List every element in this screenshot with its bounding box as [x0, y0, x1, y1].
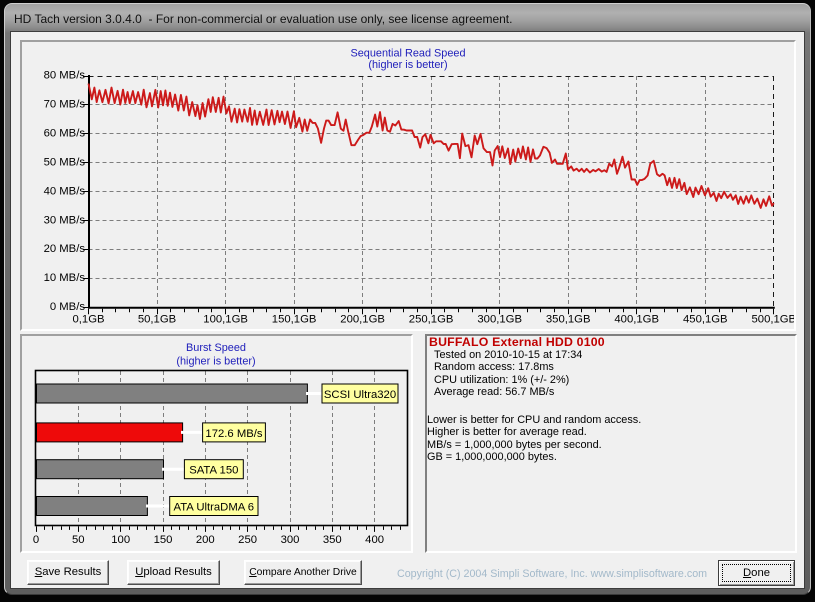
svg-text:SATA 150: SATA 150	[189, 465, 238, 477]
svg-text:300: 300	[281, 534, 300, 546]
svg-text:200: 200	[196, 534, 215, 546]
svg-text:350,1GB: 350,1GB	[546, 314, 591, 326]
svg-text:400,1GB: 400,1GB	[614, 314, 659, 326]
svg-text:80 MB/s: 80 MB/s	[44, 70, 86, 82]
svg-text:(higher is better): (higher is better)	[368, 59, 447, 71]
svg-text:250,1GB: 250,1GB	[409, 314, 454, 326]
svg-text:400: 400	[365, 534, 384, 546]
svg-text:150: 150	[154, 534, 173, 546]
svg-text:Burst Speed: Burst Speed	[186, 342, 246, 354]
svg-text:0: 0	[33, 534, 39, 546]
svg-text:(higher is better): (higher is better)	[176, 356, 255, 368]
svg-text:10 MB/s: 10 MB/s	[44, 272, 86, 284]
svg-text:200,1GB: 200,1GB	[340, 314, 385, 326]
svg-text:150,1GB: 150,1GB	[272, 314, 317, 326]
svg-text:0 MB/s: 0 MB/s	[50, 301, 86, 313]
svg-text:ATA UltraDMA 6: ATA UltraDMA 6	[174, 502, 255, 514]
svg-text:50: 50	[72, 534, 85, 546]
svg-text:172.6 MB/s: 172.6 MB/s	[205, 428, 262, 440]
svg-text:250: 250	[238, 534, 257, 546]
svg-text:Sequential Read Speed: Sequential Read Speed	[350, 48, 465, 60]
svg-text:300,1GB: 300,1GB	[477, 314, 522, 326]
svg-text:100,1GB: 100,1GB	[203, 314, 248, 326]
svg-text:50 MB/s: 50 MB/s	[44, 156, 86, 168]
svg-text:500,1GB: 500,1GB	[752, 314, 794, 326]
svg-text:SCSI Ultra320: SCSI Ultra320	[324, 389, 396, 401]
svg-text:0,1GB: 0,1GB	[72, 314, 104, 326]
svg-text:50,1GB: 50,1GB	[138, 314, 176, 326]
svg-text:60 MB/s: 60 MB/s	[44, 128, 86, 140]
svg-text:100: 100	[111, 534, 130, 546]
svg-text:350: 350	[323, 534, 342, 546]
svg-text:20 MB/s: 20 MB/s	[44, 243, 86, 255]
svg-text:70 MB/s: 70 MB/s	[44, 99, 86, 111]
svg-text:40 MB/s: 40 MB/s	[44, 185, 86, 197]
svg-text:450,1GB: 450,1GB	[683, 314, 728, 326]
svg-text:30 MB/s: 30 MB/s	[44, 214, 86, 226]
